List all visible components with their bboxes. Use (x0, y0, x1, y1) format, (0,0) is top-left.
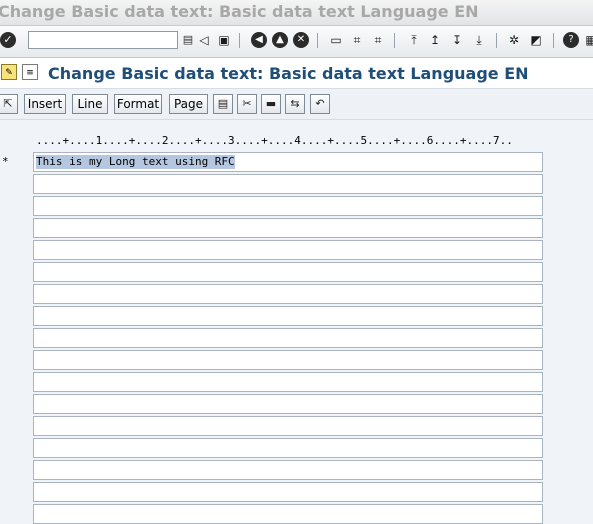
editor-line[interactable] (33, 394, 543, 414)
text-ruler: ....+....1....+....2....+....3....+....4… (36, 134, 513, 147)
editor-line[interactable] (33, 438, 543, 458)
first-page-icon[interactable]: ⤒ (406, 32, 422, 48)
print-icon[interactable]: ▭ (328, 32, 344, 48)
line-marker: * (2, 155, 9, 168)
copy-icon[interactable]: ▬ (261, 94, 281, 114)
find-icon[interactable]: ⌗ (349, 32, 365, 48)
find-next-icon[interactable]: ⌗ (370, 32, 386, 48)
toolbar-separator (317, 33, 318, 48)
shortcut-icon[interactable]: ◩ (528, 32, 544, 48)
toolbar-separator (394, 33, 395, 48)
toolbar-separator (553, 33, 554, 48)
editor-line[interactable] (33, 504, 543, 524)
clipboard-icon[interactable]: ▤ (213, 94, 233, 114)
editor-line[interactable] (33, 416, 543, 436)
line-button[interactable]: Line (72, 94, 108, 114)
editor-line[interactable] (33, 372, 543, 392)
select-all-icon[interactable]: ⇱ (0, 94, 18, 114)
enter-checkmark-icon[interactable]: ✓ (0, 32, 16, 48)
command-field[interactable] (28, 31, 178, 52)
editor-line[interactable] (33, 328, 543, 348)
window-title: Change Basic data text: Basic data text … (0, 2, 479, 21)
editor-line-text[interactable]: This is my Long text using RFC (36, 155, 235, 169)
cut-icon[interactable]: ✂ (237, 94, 257, 114)
toolbar-separator (496, 33, 497, 48)
help-icon[interactable]: ? (563, 32, 579, 48)
back-arrow-icon[interactable]: ◁ (196, 32, 212, 48)
editor-line[interactable] (33, 306, 543, 326)
navigate-back-icon[interactable]: ◀ (251, 32, 267, 48)
page-button[interactable]: Page (169, 94, 208, 114)
command-input[interactable] (29, 35, 165, 52)
customize-layout-icon[interactable]: ▦ (583, 32, 593, 48)
window-titlebar: Change Basic data text: Basic data text … (0, 0, 593, 26)
command-history-icon[interactable]: ▤ (182, 31, 194, 49)
toolbar-separator (239, 33, 240, 48)
editor-line[interactable] (33, 196, 543, 216)
editor-line[interactable] (33, 240, 543, 260)
editor-line[interactable] (33, 482, 543, 502)
cancel-icon[interactable]: ✕ (293, 32, 309, 48)
page-title: Change Basic data text: Basic data text … (48, 64, 529, 83)
last-page-icon[interactable]: ⤓ (471, 32, 487, 48)
editor-line[interactable]: This is my Long text using RFC (33, 152, 543, 172)
editor-line[interactable] (33, 350, 543, 370)
insert-button[interactable]: Insert (24, 94, 66, 114)
editor-line[interactable] (33, 174, 543, 194)
application-toolbar: ⇱ Insert Line Format Page ▤ ✂ ▬ ⇆ ↶ (0, 89, 593, 120)
document-icon[interactable]: ≡ (22, 64, 38, 80)
paste-icon[interactable]: ⇆ (285, 94, 305, 114)
previous-page-icon[interactable]: ↥ (427, 32, 443, 48)
save-icon[interactable]: ▣ (216, 32, 232, 48)
editor-line[interactable] (33, 218, 543, 238)
editor-line[interactable] (33, 284, 543, 304)
editor-line[interactable] (33, 460, 543, 480)
next-page-icon[interactable]: ↧ (449, 32, 465, 48)
long-text-icon[interactable]: ✎ (1, 64, 17, 80)
format-button[interactable]: Format (114, 94, 162, 114)
create-session-icon[interactable]: ✲ (506, 32, 522, 48)
exit-icon[interactable]: ▲ (272, 32, 288, 48)
undo-icon[interactable]: ↶ (310, 94, 330, 114)
editor-line[interactable] (33, 262, 543, 282)
standard-toolbar: ✓ ▤ ◁ ▣ ◀ ▲ ✕ ▭ ⌗ ⌗ ⤒ ↥ ↧ ⤓ ✲ ◩ ? ▦ (0, 26, 593, 58)
screen-header: ✎ ≡ Change Basic data text: Basic data t… (0, 58, 593, 89)
